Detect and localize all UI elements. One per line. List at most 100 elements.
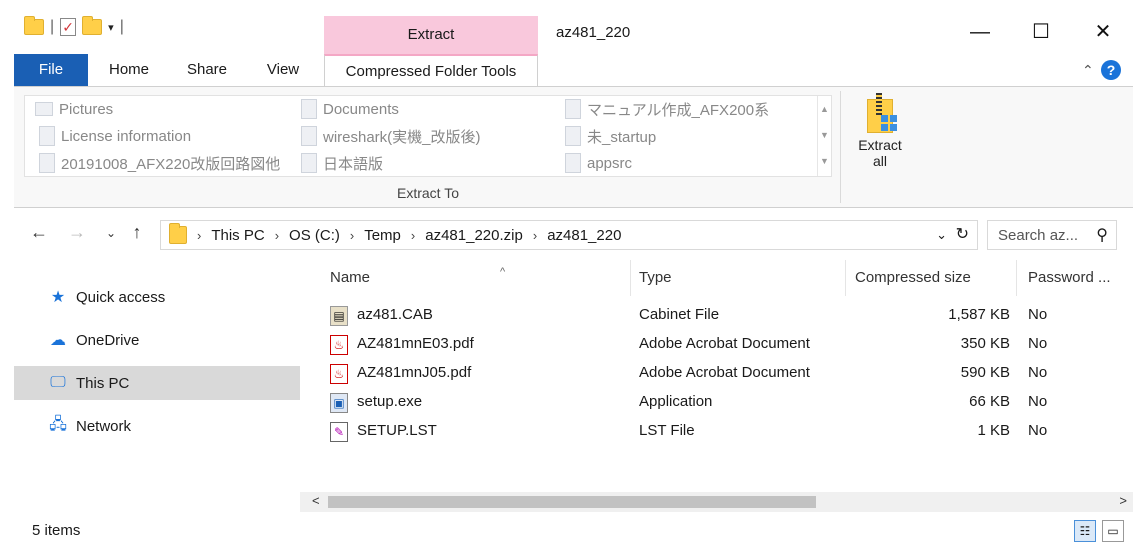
scroll-left-icon[interactable]: < (312, 493, 320, 508)
gallery-item-documents[interactable]: Documents (301, 98, 399, 120)
column-header-password[interactable]: Password ... (1028, 260, 1111, 296)
breadcrumb-item[interactable]: az481_220 (547, 227, 621, 244)
table-row[interactable]: ✎ SETUP.LST LST File 1 KB No (300, 418, 1133, 447)
folder-icon (565, 126, 581, 146)
quick-access-toolbar: | ✓ ▾ | (24, 16, 124, 36)
lst-file-icon: ✎ (330, 422, 348, 442)
horizontal-scrollbar[interactable]: < > (300, 492, 1133, 512)
column-divider[interactable] (1016, 260, 1017, 296)
close-button[interactable]: ✕ (1080, 16, 1126, 48)
gallery-item-pictures[interactable]: Pictures (35, 98, 113, 120)
folder-icon (565, 99, 581, 119)
status-bar: 5 items ☷ ▭ (0, 514, 1133, 547)
tab-file[interactable]: File (14, 54, 88, 86)
column-header-type[interactable]: Type (639, 260, 672, 296)
file-name: setup.exe (357, 393, 423, 410)
nav-item-this-pc[interactable]: 🖵 This PC (14, 366, 300, 400)
breadcrumb-item[interactable]: OS (C:) (289, 227, 340, 244)
column-divider[interactable] (845, 260, 846, 296)
group-label: Extract To (397, 185, 459, 201)
gallery-item-license[interactable]: License information (39, 125, 191, 147)
file-password: No (1028, 335, 1048, 352)
file-size: 66 KB (969, 393, 1010, 410)
context-tab-group-label: Extract (407, 26, 455, 43)
chevron-right-icon[interactable]: › (197, 228, 201, 243)
table-row[interactable]: ♨ AZ481mnJ05.pdf Adobe Acrobat Document … (300, 360, 1133, 389)
nav-item-onedrive[interactable]: ☁ OneDrive (14, 323, 300, 357)
file-size: 1,587 KB (948, 306, 1010, 323)
forward-arrow-icon[interactable]: → (66, 222, 88, 243)
chevron-right-icon[interactable]: › (275, 228, 279, 243)
breadcrumb-item[interactable]: Temp (364, 227, 401, 244)
large-icons-view-icon[interactable]: ▭ (1102, 520, 1124, 542)
new-folder-icon[interactable] (82, 16, 103, 35)
table-row[interactable]: ▤ az481.CAB Cabinet File 1,587 KB No (300, 302, 1133, 331)
minimize-button[interactable]: — (957, 16, 1003, 48)
gallery-item-manual[interactable]: マニュアル作成_AFX200系 (565, 98, 769, 120)
help-icon[interactable]: ? (1101, 60, 1121, 80)
file-type: Adobe Acrobat Document (639, 335, 810, 352)
search-icon: ⚲ (1096, 227, 1108, 244)
file-password: No (1028, 306, 1048, 323)
file-size: 350 KB (960, 335, 1010, 352)
gallery-item-appsrc[interactable]: appsrc (565, 152, 632, 174)
breadcrumb-item[interactable]: This PC (211, 227, 264, 244)
breadcrumb: › This PC › OS (C:) › Temp › az481_220.z… (169, 223, 621, 244)
extract-all-button[interactable]: Extract all (850, 93, 910, 169)
tab-home[interactable]: Home (100, 54, 158, 86)
tab-share[interactable]: Share (180, 54, 234, 86)
cabinet-file-icon: ▤ (330, 306, 348, 326)
network-icon: 🖧 (49, 415, 67, 433)
column-header-compressed-size[interactable]: Compressed size (855, 260, 971, 296)
file-name: az481.CAB (357, 306, 433, 323)
nav-item-quick-access[interactable]: ★ Quick access (14, 280, 300, 314)
search-input[interactable]: Search az... ⚲ (987, 220, 1117, 250)
column-header-name[interactable]: Name ^ (330, 260, 505, 296)
table-row[interactable]: ▣ setup.exe Application 66 KB No (300, 389, 1133, 418)
file-size: 590 KB (960, 364, 1010, 381)
file-password: No (1028, 393, 1048, 410)
address-bar[interactable]: › This PC › OS (C:) › Temp › az481_220.z… (160, 220, 978, 250)
extract-all-icon (867, 93, 897, 133)
tab-compressed-folder-tools[interactable]: Compressed Folder Tools (324, 54, 538, 86)
customize-toolbar-icon[interactable]: ▾ (108, 21, 114, 34)
address-row: ← → ⌄ ↑ › This PC › OS (C:) › Temp › az4… (0, 212, 1133, 256)
toolbar-divider: | (119, 18, 124, 35)
column-divider[interactable] (630, 260, 631, 296)
refresh-icon[interactable]: ↻ (956, 224, 969, 244)
scrollbar-thumb[interactable] (328, 496, 816, 508)
sort-ascending-icon: ^ (500, 266, 506, 278)
scroll-right-icon[interactable]: > (1119, 493, 1127, 508)
folder-icon (24, 16, 44, 35)
chevron-right-icon[interactable]: › (350, 228, 354, 243)
table-row[interactable]: ♨ AZ481mnE03.pdf Adobe Acrobat Document … (300, 331, 1133, 360)
breadcrumb-item[interactable]: az481_220.zip (425, 227, 523, 244)
nav-item-network[interactable]: 🖧 Network (14, 409, 300, 443)
file-password: No (1028, 364, 1048, 381)
folder-icon (39, 153, 55, 173)
details-view-icon[interactable]: ☷ (1074, 520, 1096, 542)
address-dropdown-icon[interactable]: ⌄ (936, 227, 947, 243)
file-name: SETUP.LST (357, 422, 437, 439)
search-placeholder: Search az... (998, 227, 1079, 244)
gallery-more-icon[interactable]: ▼ (818, 148, 831, 174)
properties-icon[interactable]: ✓ (60, 18, 77, 36)
window-title: az481_220 (556, 24, 631, 41)
gallery-item-afx220[interactable]: 20191008_AFX220改版回路図他 (39, 152, 280, 174)
gallery-item-japanese[interactable]: 日本語版 (301, 152, 383, 174)
chevron-right-icon[interactable]: › (411, 228, 415, 243)
title-bar: | ✓ ▾ | Extract az481_220 — ☐ ✕ (0, 0, 1133, 54)
recent-locations-icon[interactable]: ⌄ (100, 226, 122, 240)
gallery-scrollbar[interactable]: ▲ ▼ ▼ (817, 96, 831, 176)
up-arrow-icon[interactable]: ↑ (126, 222, 148, 243)
maximize-icon: ☐ (1032, 21, 1050, 43)
scroll-up-icon[interactable]: ▲ (818, 96, 831, 122)
scroll-down-icon[interactable]: ▼ (818, 122, 831, 148)
gallery-item-wireshark[interactable]: wireshark(実機_改版後) (301, 125, 481, 147)
tab-view[interactable]: View (258, 54, 308, 86)
maximize-button[interactable]: ☐ (1018, 16, 1064, 48)
gallery-item-startup[interactable]: 未_startup (565, 125, 656, 147)
back-arrow-icon[interactable]: ← (28, 222, 50, 243)
collapse-ribbon-icon[interactable]: ⌃ (1082, 62, 1094, 79)
chevron-right-icon[interactable]: › (533, 228, 537, 243)
